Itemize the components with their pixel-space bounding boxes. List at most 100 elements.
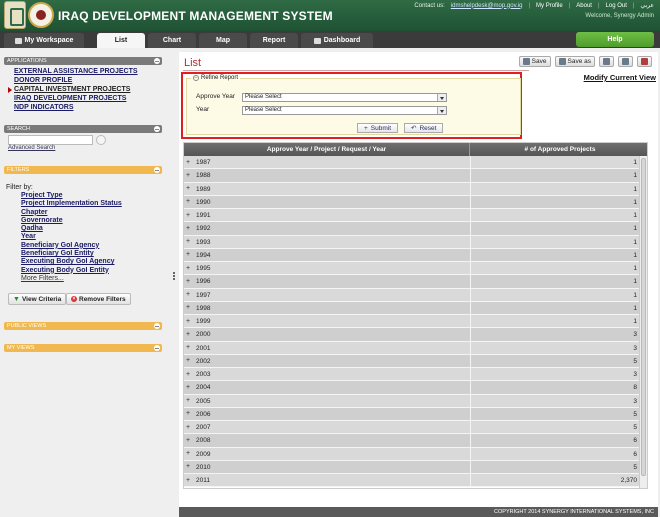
expand-row-icon[interactable]: + xyxy=(186,212,190,219)
public-views-panel-header[interactable]: PUBLIC VIEWS xyxy=(4,322,162,330)
expand-row-icon[interactable]: + xyxy=(186,278,190,285)
delete-view-button[interactable] xyxy=(637,56,652,67)
collapse-icon[interactable] xyxy=(154,167,160,173)
expand-row-icon[interactable]: + xyxy=(186,463,190,470)
table-row[interactable]: +1996 1 xyxy=(184,275,647,289)
scrollbar-thumb[interactable] xyxy=(641,158,646,476)
table-row[interactable]: +1994 1 xyxy=(184,248,647,262)
more-filters-link[interactable]: More Filters... xyxy=(21,275,122,283)
search-panel-header[interactable]: SEARCH xyxy=(4,125,162,133)
table-row[interactable]: +2000 3 xyxy=(184,328,647,342)
table-row[interactable]: +1993 1 xyxy=(184,235,647,249)
table-row[interactable]: +1988 1 xyxy=(184,169,647,183)
search-icon[interactable] xyxy=(96,135,106,145)
table-row[interactable]: +1999 1 xyxy=(184,315,647,329)
expand-row-icon[interactable]: + xyxy=(186,225,190,232)
app-link-ndp-indicators[interactable]: NDP INDICATORS xyxy=(14,103,138,112)
expand-row-icon[interactable]: + xyxy=(186,172,190,179)
expand-row-icon[interactable]: + xyxy=(186,185,190,192)
table-row[interactable]: +1987 1 xyxy=(184,156,647,170)
advanced-search-link[interactable]: Advanced Search xyxy=(8,145,55,151)
table-scrollbar[interactable] xyxy=(639,156,647,488)
my-views-panel-header[interactable]: MY VIEWS xyxy=(4,344,162,352)
help-button[interactable]: Help xyxy=(576,32,654,47)
filter-implementation-status[interactable]: Project Implementation Status xyxy=(21,200,122,208)
filters-panel-header[interactable]: FILTERS xyxy=(4,166,162,174)
filter-year[interactable]: Year xyxy=(21,233,122,241)
about-link[interactable]: About xyxy=(576,3,592,9)
expand-row-icon[interactable]: + xyxy=(186,424,190,431)
table-row[interactable]: +2010 5 xyxy=(184,460,647,474)
filter-beneficiary-entity[interactable]: Beneficiary GoI Entity xyxy=(21,250,122,258)
approve-year-select[interactable]: Please Select xyxy=(242,93,447,102)
expand-row-icon[interactable]: + xyxy=(186,304,190,311)
table-row[interactable]: +2002 5 xyxy=(184,354,647,368)
contact-email-link[interactable]: idmshelpdesk@mop.gov.iq xyxy=(451,3,523,9)
expand-row-icon[interactable]: + xyxy=(186,450,190,457)
expand-row-icon[interactable]: + xyxy=(186,397,190,404)
filter-executing-entity[interactable]: Executing Body GoI Entity xyxy=(21,267,122,275)
panel-splitter-handle[interactable] xyxy=(173,272,176,282)
language-link[interactable]: عربي xyxy=(640,2,654,9)
collapse-icon[interactable] xyxy=(154,126,160,132)
expand-row-icon[interactable]: + xyxy=(186,331,190,338)
expand-row-icon[interactable]: + xyxy=(186,384,190,391)
table-row[interactable]: +2006 5 xyxy=(184,407,647,421)
table-row[interactable]: +2003 3 xyxy=(184,368,647,382)
view-criteria-button[interactable]: ▼ View Criteria xyxy=(8,293,67,305)
table-row[interactable]: +2009 6 xyxy=(184,447,647,461)
refine-report-legend[interactable]: − Refine Report xyxy=(191,75,241,81)
expand-row-icon[interactable]: + xyxy=(186,344,190,351)
tab-dashboard[interactable]: Dashboard xyxy=(301,33,373,48)
app-link-iraq-development[interactable]: IRAQ DEVELOPMENT PROJECTS xyxy=(14,94,138,103)
applications-panel-header[interactable]: APPLICATIONS xyxy=(4,57,162,65)
reset-button[interactable]: ↶ Reset xyxy=(404,123,444,133)
filter-governorate[interactable]: Governorate xyxy=(21,217,122,225)
column-header-count[interactable]: # of Approved Projects xyxy=(471,143,647,156)
app-link-external-assistance[interactable]: EXTERNAL ASSISTANCE PROJECTS xyxy=(14,67,138,76)
expand-row-icon[interactable]: + xyxy=(186,318,190,325)
expand-icon[interactable] xyxy=(154,345,160,351)
year-select[interactable]: Please Select xyxy=(242,106,447,115)
my-profile-link[interactable]: My Profile xyxy=(536,3,563,9)
table-row[interactable]: +1992 1 xyxy=(184,222,647,236)
save-button[interactable]: Save xyxy=(518,56,551,67)
expand-row-icon[interactable]: + xyxy=(186,251,190,258)
filter-beneficiary-agency[interactable]: Beneficiary GoI Agency xyxy=(21,242,122,250)
table-row[interactable]: +2005 3 xyxy=(184,394,647,408)
tab-chart[interactable]: Chart xyxy=(148,33,196,48)
expand-icon[interactable] xyxy=(154,323,160,329)
export-button[interactable] xyxy=(599,56,614,67)
table-row[interactable]: +2007 5 xyxy=(184,421,647,435)
collapse-icon[interactable] xyxy=(154,58,160,64)
expand-row-icon[interactable]: + xyxy=(186,477,190,484)
tab-report[interactable]: Report xyxy=(250,33,298,48)
submit-button[interactable]: + Submit xyxy=(357,123,399,133)
expand-row-icon[interactable]: + xyxy=(186,291,190,298)
table-row[interactable]: +1995 1 xyxy=(184,262,647,276)
filter-chapter[interactable]: Chapter xyxy=(21,209,122,217)
expand-row-icon[interactable]: + xyxy=(186,357,190,364)
expand-row-icon[interactable]: + xyxy=(186,265,190,272)
table-row[interactable]: +1989 1 xyxy=(184,182,647,196)
table-row[interactable]: +1998 1 xyxy=(184,301,647,315)
tab-my-workspace[interactable]: My Workspace xyxy=(4,33,84,48)
remove-filters-button[interactable]: × Remove Filters xyxy=(66,293,131,305)
expand-row-icon[interactable]: + xyxy=(186,437,190,444)
column-header-year[interactable]: Approve Year / Project / Request / Year xyxy=(184,143,470,156)
collapse-icon[interactable]: − xyxy=(193,75,199,81)
app-link-donor-profile[interactable]: DONOR PROFILE xyxy=(14,76,138,85)
filter-executing-agency[interactable]: Executing Body GoI Agency xyxy=(21,258,122,266)
expand-row-icon[interactable]: + xyxy=(186,371,190,378)
save-as-button[interactable]: Save as xyxy=(554,56,595,67)
filter-project-type[interactable]: Project Type xyxy=(21,192,122,200)
search-input[interactable] xyxy=(8,135,93,145)
table-row[interactable]: +2011 2,370 xyxy=(184,474,647,488)
table-row[interactable]: +2008 6 xyxy=(184,434,647,448)
print-button[interactable] xyxy=(618,56,633,67)
expand-row-icon[interactable]: + xyxy=(186,410,190,417)
table-row[interactable]: +1991 1 xyxy=(184,209,647,223)
log-out-link[interactable]: Log Out xyxy=(606,3,627,9)
expand-row-icon[interactable]: + xyxy=(186,238,190,245)
table-row[interactable]: +2001 3 xyxy=(184,341,647,355)
